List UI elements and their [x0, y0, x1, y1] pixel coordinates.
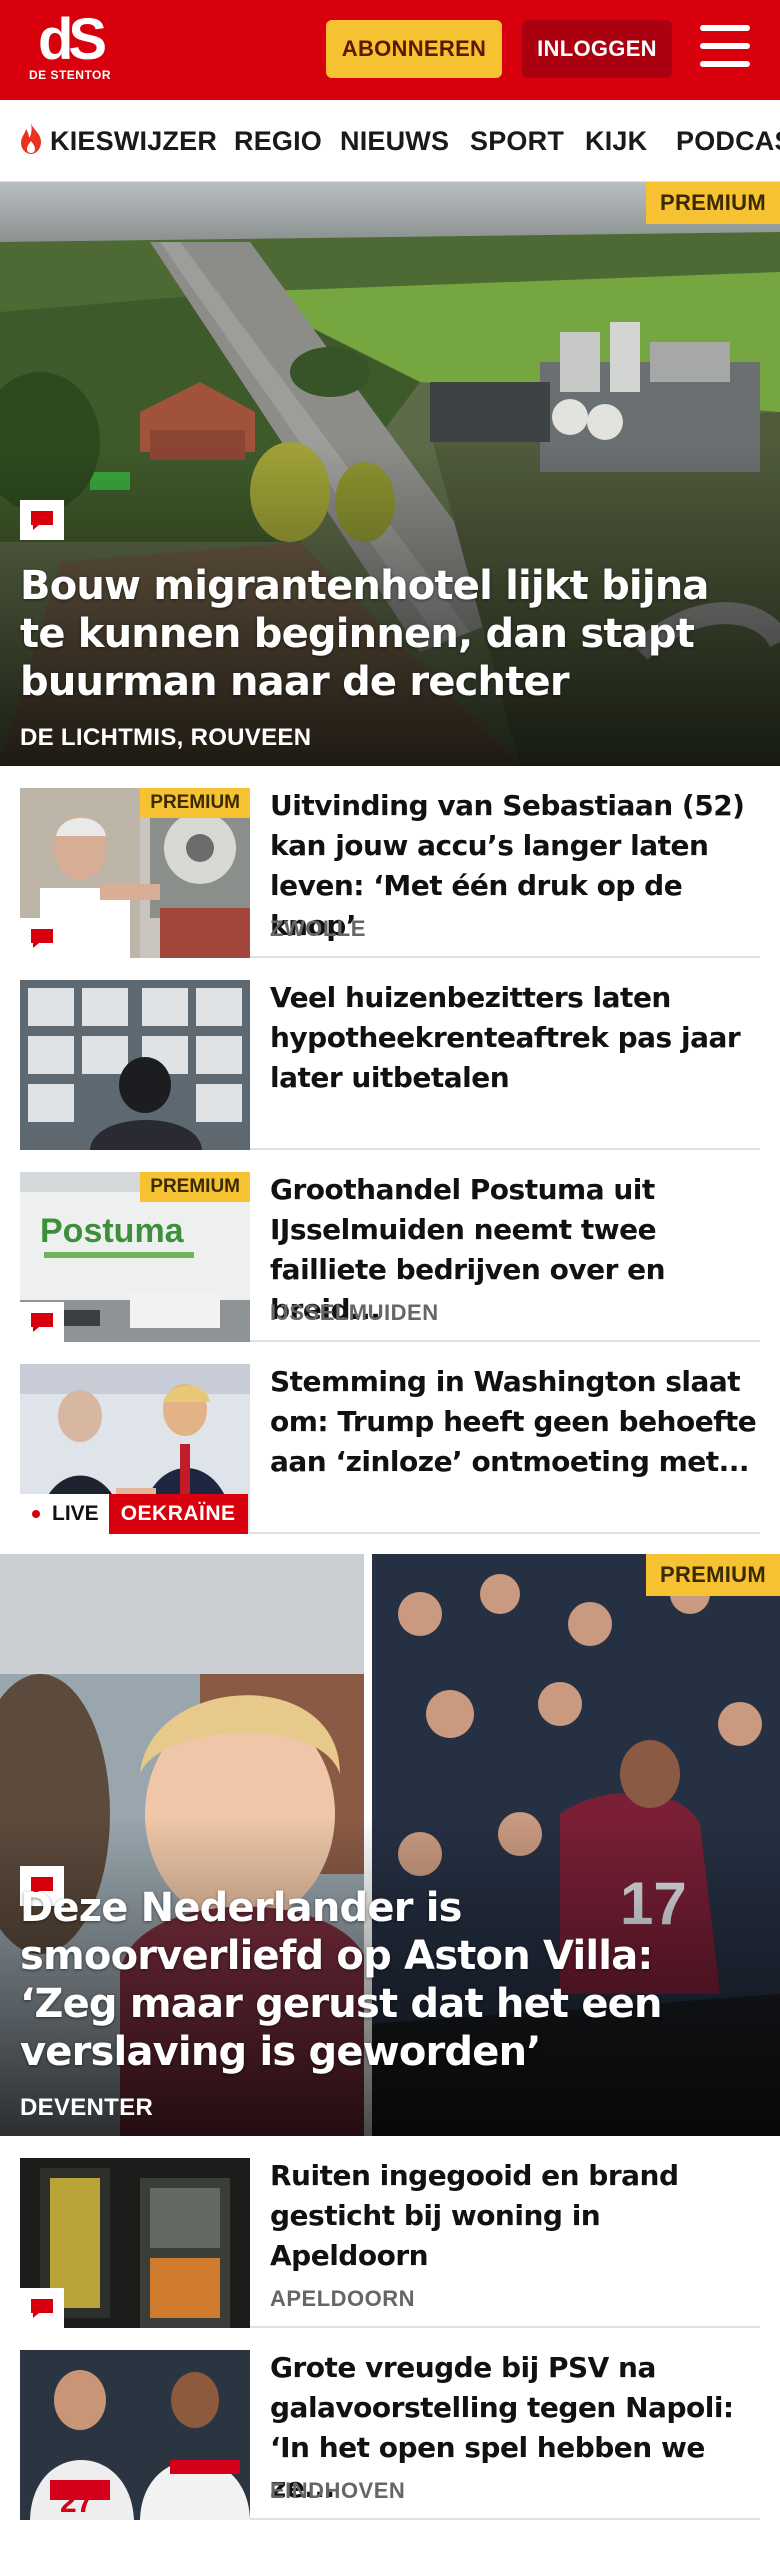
hero-title[interactable]: Bouw migrantenhotel lijkt bijna te kunne… — [20, 562, 750, 706]
live-label: LIVE — [52, 1502, 99, 1525]
hero-location: DEVENTER — [20, 2094, 154, 2121]
premium-badge: PREMIUM — [140, 788, 250, 818]
article-thumbnail — [20, 2158, 250, 2328]
hero-article[interactable]: 17 PREMIUM Deze Nederlander is smoorverl… — [0, 1554, 780, 2136]
premium-badge: PREMIUM — [646, 182, 780, 224]
list-item[interactable]: Veel huizenbezitters laten hypotheekrent… — [20, 958, 760, 1150]
nav-item-podcast[interactable]: PODCAS — [676, 100, 780, 181]
article-title[interactable]: Ruiten ingegooid en brand gesticht bij w… — [270, 2156, 760, 2276]
login-button[interactable]: INLOGGEN — [522, 20, 672, 78]
logo-name: DE STENTOR — [28, 68, 112, 82]
nav-item-regio[interactable]: REGIO — [234, 100, 322, 181]
hero-title[interactable]: Deze Nederlander is smoorverliefd op Ast… — [20, 1884, 750, 2076]
list-item[interactable]: LIVE OEKRAÏNE Stemming in Washington sla… — [20, 1342, 760, 1534]
comment-icon — [20, 1302, 64, 1342]
hero-location: DE LICHTMIS, ROUVEEN — [20, 724, 312, 751]
site-logo[interactable]: dS DE STENTOR — [28, 7, 112, 88]
premium-badge: PREMIUM — [646, 1554, 780, 1596]
article-thumbnail: Postuma PREMIUM — [20, 1172, 250, 1342]
article-location: EINDHOVEN — [270, 2478, 406, 2503]
site-header: dS DE STENTOR ABONNEREN INLOGGEN — [0, 0, 780, 100]
article-thumbnail: 27 — [20, 2350, 250, 2520]
nav-label: KIESWIJZER — [50, 125, 218, 156]
list-item[interactable]: Ruiten ingegooid en brand gesticht bij w… — [20, 2136, 760, 2328]
live-dot-icon — [32, 1510, 40, 1518]
flame-icon — [16, 121, 46, 162]
svg-text:27: 27 — [60, 2486, 93, 2519]
article-title[interactable]: Stemming in Washington slaat om: Trump h… — [270, 1362, 760, 1482]
topic-tag[interactable]: OEKRAÏNE — [108, 1494, 248, 1534]
article-title[interactable]: Veel huizenbezitters laten hypotheekrent… — [270, 978, 760, 1098]
main-nav: KIESWIJZER REGIO NIEUWS SPORT KIJK PODCA… — [0, 100, 780, 182]
nav-item-kijk[interactable]: KIJK — [585, 100, 647, 181]
article-thumbnail: LIVE OEKRAÏNE — [20, 1364, 250, 1534]
list-item[interactable]: 27 Grote vreugde bij PSV na galavoorstel… — [20, 2328, 760, 2520]
nav-item-kieswijzer[interactable]: KIESWIJZER — [16, 100, 218, 181]
subscribe-button[interactable]: ABONNEREN — [326, 20, 502, 78]
comment-icon — [20, 2288, 64, 2328]
comment-icon — [20, 500, 64, 540]
list-item[interactable]: PREMIUM Uitvinding van Sebastiaan (52) k… — [20, 766, 760, 958]
hamburger-icon[interactable] — [700, 25, 752, 71]
logo-mark: dS — [37, 7, 107, 72]
hero-article[interactable]: PREMIUM Bouw migrantenhotel lijkt bijna … — [0, 182, 780, 766]
comment-icon — [20, 918, 64, 958]
article-location: IJSSELMUIDEN — [270, 1300, 439, 1325]
article-thumbnail: PREMIUM — [20, 788, 250, 958]
nav-item-nieuws[interactable]: NIEUWS — [340, 100, 449, 181]
article-location: APELDOORN — [270, 2286, 416, 2311]
article-location: ZWOLLE — [270, 916, 366, 941]
list-item[interactable]: Postuma PREMIUM Groothandel Postuma uit … — [20, 1150, 760, 1342]
nav-item-sport[interactable]: SPORT — [470, 100, 564, 181]
svg-text:Postuma: Postuma — [40, 1212, 185, 1250]
live-badge: LIVE — [20, 1494, 109, 1534]
article-thumbnail — [20, 980, 250, 1150]
premium-badge: PREMIUM — [140, 1172, 250, 1202]
